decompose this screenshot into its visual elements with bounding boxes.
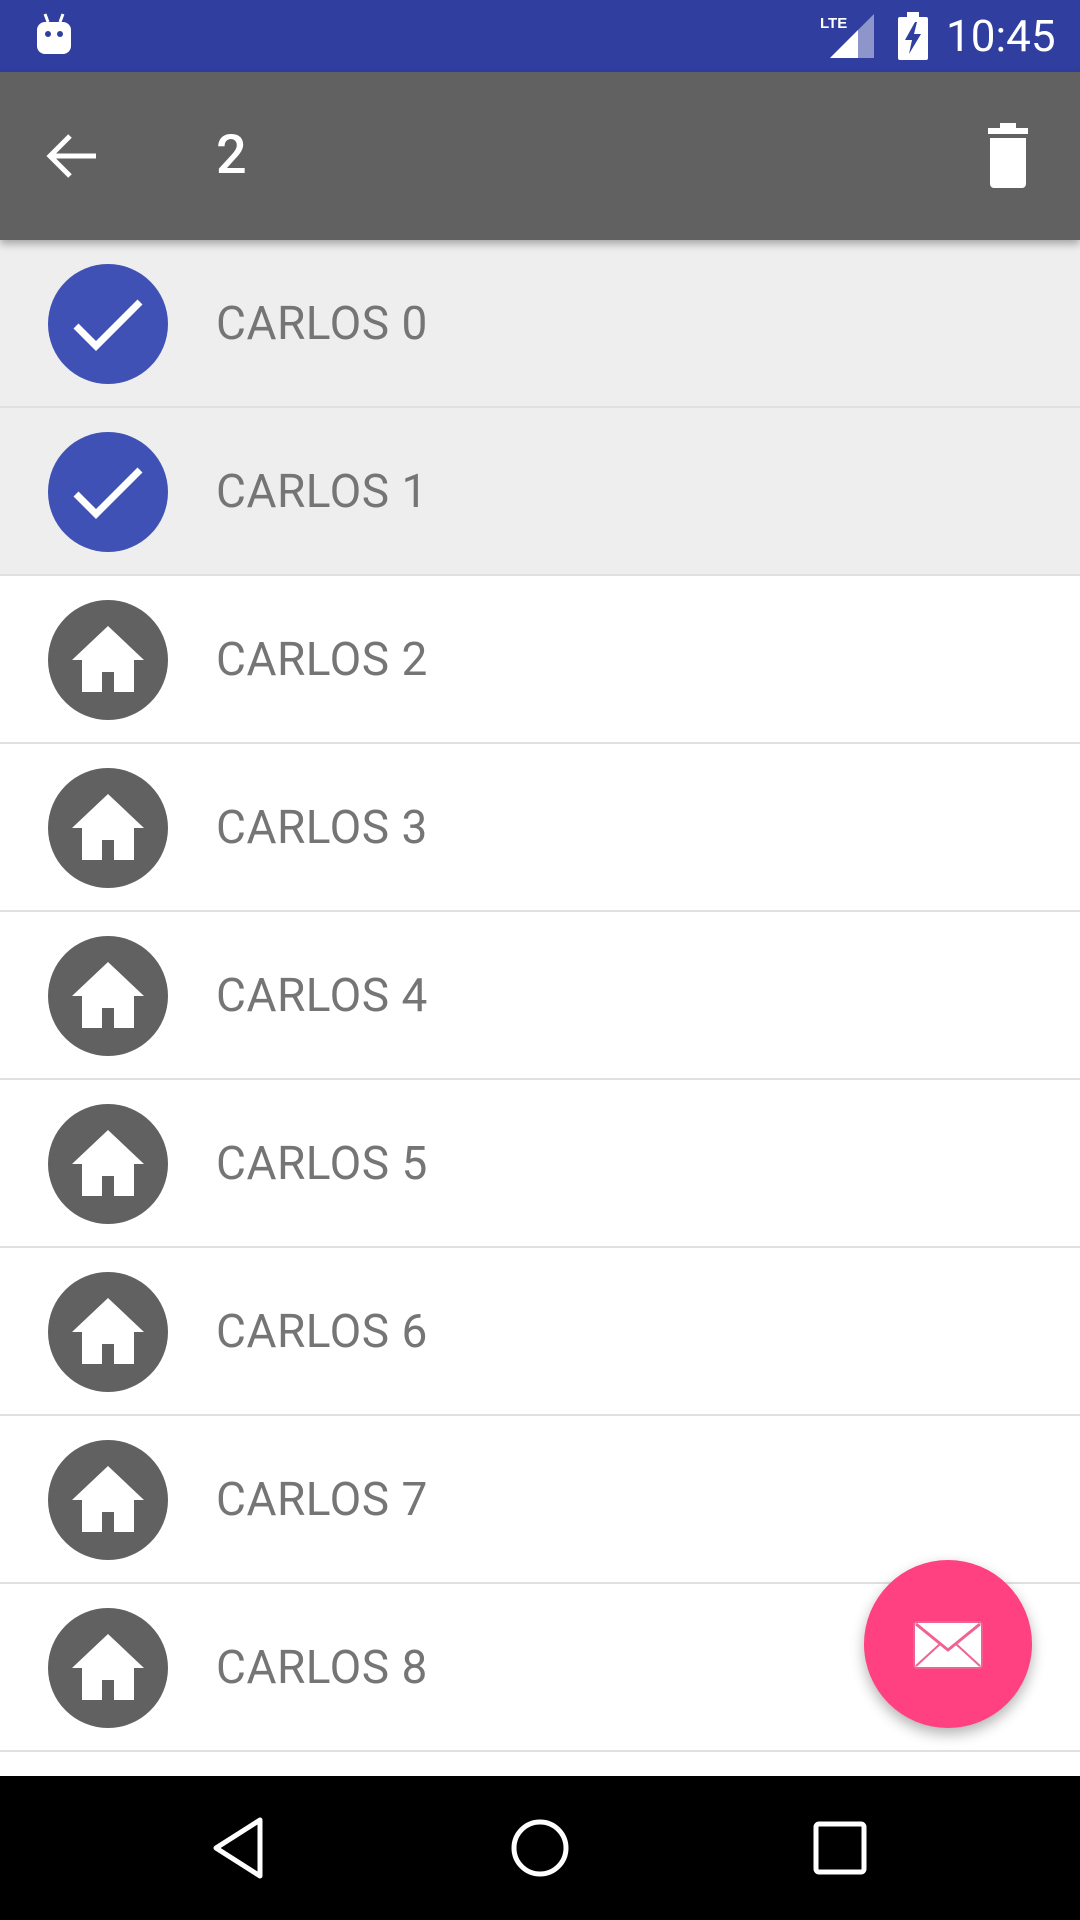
list-item[interactable]: CARLOS 5 (0, 1080, 1080, 1248)
status-bar: LTE 10:45 (0, 0, 1080, 72)
home-avatar (48, 1608, 168, 1728)
list-item[interactable]: CARLOS 2 (0, 576, 1080, 744)
nav-home-icon[interactable] (504, 1812, 576, 1884)
home-icon (72, 626, 144, 692)
list-item[interactable] (0, 1752, 1080, 1776)
home-avatar (48, 1272, 168, 1392)
list-item-label: CARLOS 5 (216, 1137, 428, 1191)
list-item-label: CARLOS 3 (216, 801, 428, 855)
selection-count: 2 (216, 124, 247, 187)
home-avatar (48, 936, 168, 1056)
nav-recents-icon[interactable] (804, 1812, 876, 1884)
battery-charging-icon (898, 12, 928, 60)
home-icon (72, 1130, 144, 1196)
check-icon (73, 467, 143, 519)
mail-icon (913, 1621, 983, 1669)
home-icon (72, 794, 144, 860)
home-avatar (48, 600, 168, 720)
list-item[interactable]: CARLOS 1 (0, 408, 1080, 576)
svg-text:LTE: LTE (820, 15, 847, 32)
list-item-label: CARLOS 6 (216, 1305, 428, 1359)
contact-list: CARLOS 0 CARLOS 1 CARLOS 2 CARLOS 3 CARL… (0, 240, 1080, 1776)
delete-icon[interactable] (972, 120, 1044, 192)
status-clock: 10:45 (946, 10, 1056, 62)
list-item-label: CARLOS 0 (216, 297, 428, 351)
system-navigation-bar (0, 1776, 1080, 1920)
lte-signal-icon: LTE (820, 14, 874, 58)
list-item[interactable]: CARLOS 0 (0, 240, 1080, 408)
check-avatar (48, 264, 168, 384)
home-avatar (48, 1440, 168, 1560)
list-item[interactable]: CARLOS 6 (0, 1248, 1080, 1416)
home-icon (72, 1634, 144, 1700)
list-item-label: CARLOS 7 (216, 1473, 428, 1527)
list-item[interactable]: CARLOS 7 (0, 1416, 1080, 1584)
android-debug-icon (37, 13, 71, 54)
list-item-label: CARLOS 1 (216, 465, 428, 519)
contextual-action-bar: 2 (0, 72, 1080, 240)
arrow-back-icon[interactable] (36, 120, 108, 192)
home-icon (72, 1298, 144, 1364)
check-avatar (48, 432, 168, 552)
list-item-label: CARLOS 2 (216, 633, 428, 687)
home-icon (72, 1466, 144, 1532)
home-icon (72, 962, 144, 1028)
check-icon (73, 299, 143, 351)
list-item[interactable]: CARLOS 4 (0, 912, 1080, 1080)
list-item-label: CARLOS 8 (216, 1641, 428, 1695)
compose-mail-button[interactable] (864, 1560, 1032, 1728)
nav-back-icon[interactable] (204, 1812, 276, 1884)
home-avatar (48, 1104, 168, 1224)
home-avatar (48, 768, 168, 888)
list-item-label: CARLOS 4 (216, 969, 428, 1023)
list-item[interactable]: CARLOS 3 (0, 744, 1080, 912)
